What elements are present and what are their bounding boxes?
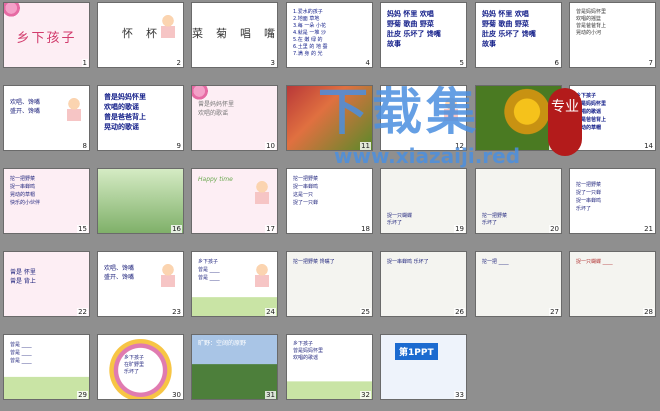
slide-thumbnail[interactable]: Happy time 17: [191, 168, 278, 234]
slide-title: 乡下孩子: [16, 31, 77, 46]
slide-thumbnail[interactable]: 怀 杯 2: [97, 2, 184, 68]
slide-thumbnail[interactable]: 挖一把 ____ 27: [475, 251, 562, 317]
slide-thumbnail[interactable]: 欢唱、馋嘴 盛开、馋嘴 8: [3, 85, 90, 151]
slide-thumbnail[interactable]: 捉一串蝉鸣 乐坏了 26: [380, 251, 467, 317]
slide-number: 25: [360, 308, 371, 316]
slide-number: 14: [643, 142, 654, 150]
slide-thumbnail[interactable]: 菜 菊 唱 嘴 3: [191, 2, 278, 68]
slide-number: 28: [643, 308, 654, 316]
slide-text: 1.爱水的孩子 2.地面 草地 3.每 一朵 小花 4.就是 一堆 沙 5.在 …: [293, 9, 328, 57]
child-illustration: [442, 96, 460, 122]
slide-number: 6: [553, 59, 560, 67]
slide-text: 妈妈 怀里 欢唱 野菊 歌曲 野菜 肚皮 乐坏了 馋嘴 故事: [482, 10, 536, 48]
slide-thumbnail[interactable]: 1.爱水的孩子 2.地面 草地 3.每 一朵 小花 4.就是 一堆 沙 5.在 …: [286, 2, 373, 68]
slide-number: 11: [360, 142, 371, 150]
slide-number: 17: [265, 225, 276, 233]
slide-thumbnail[interactable]: 挖一把野菜 捉一串蝉鸣 这是一只 捉了一只蝉 18: [286, 168, 373, 234]
slide-number: 5: [458, 59, 465, 67]
ppt-logo: 第1PPT: [395, 343, 438, 360]
slide-thumbnail[interactable]: 欢唱、馋嘴 盛开、馋嘴 23: [97, 251, 184, 317]
slide-number: 15: [77, 225, 88, 233]
slide-text: 怀 杯: [122, 27, 159, 40]
slide-number: 31: [265, 391, 276, 399]
slide-thumbnail[interactable]: 挖一把野菜 捉了一只蝉 捉一串蝉鸣 乐坏了 21: [569, 168, 656, 234]
slide-thumbnail[interactable]: 乡下孩子 曾是妈妈怀里 欢唱的歌谣 32: [286, 334, 373, 400]
slide-text: 乡下孩子 曾是妈妈怀里 欢唱的歌谣 曾是爸爸背上 晃动的草帽: [576, 93, 607, 131]
slide-thumbnail[interactable]: 乡下孩子 曾是妈妈怀里 欢唱的歌谣 曾是爸爸背上 晃动的草帽 14: [569, 85, 656, 151]
slide-text: 旷野：空阔的原野: [198, 340, 247, 347]
slide-number: 32: [360, 391, 371, 399]
slide-number: 29: [77, 391, 88, 399]
child-illustration: [253, 262, 271, 288]
slide-text: 曾是 怀里 曾是 背上: [10, 269, 36, 285]
slide-thumbnail[interactable]: 妈妈 怀里 欢唱 野菊 歌曲 野菜 肚皮 乐坏了 馋嘴 故事 5: [380, 2, 467, 68]
slide-text: 捉一只蝴蝶 乐坏了: [387, 213, 413, 226]
slide-thumbnail[interactable]: 旷野：空阔的原野 31: [191, 334, 278, 400]
slide-thumbnail[interactable]: 乡下孩子 1: [3, 2, 90, 68]
slide-number: 2: [175, 59, 182, 67]
watermark-badge: 专业: [548, 88, 582, 156]
slide-text: 挖一把野菜 乐坏了: [482, 213, 508, 226]
slide-number: 23: [171, 308, 182, 316]
slide-thumbnail[interactable]: 曾是 ____ 曾是 ____ 曾是 ____ 29: [3, 334, 90, 400]
slide-number: 7: [647, 59, 654, 67]
slide-thumbnail[interactable]: 12: [380, 85, 467, 151]
slide-number: 20: [549, 225, 560, 233]
slide-thumbnail[interactable]: 曾是妈妈怀里 欢唱的摇篮 曾是爸爸背上 晃动的小河 7: [569, 2, 656, 68]
slide-thumbnail[interactable]: 乡下孩子 曾是 ____ 曾是 ____ 24: [191, 251, 278, 317]
slide-thumbnail[interactable]: 挖一把野菜 捉一串蝉鸣 晃动的草帽 快乐的小伙伴 15: [3, 168, 90, 234]
slide-text: 捉一只蝴蝶 ____: [576, 259, 613, 265]
slide-number: 19: [454, 225, 465, 233]
child-illustration: [65, 96, 83, 122]
slide-number: 8: [81, 142, 88, 150]
slide-number: 30: [171, 391, 182, 399]
slide-number: 22: [77, 308, 88, 316]
slide-thumbnail[interactable]: 11: [286, 85, 373, 151]
slide-thumbnail[interactable]: 妈妈 怀里 欢唱 野菊 歌曲 野菜 肚皮 乐坏了 馋嘴 故事 6: [475, 2, 562, 68]
slide-text: 挖一把野菜 捉了一只蝉 捉一串蝉鸣 乐坏了: [576, 182, 602, 212]
slide-number: 10: [265, 142, 276, 150]
blossom-decoration: [4, 3, 28, 17]
slide-text: 乡下孩子 曾是妈妈怀里 欢唱的歌谣: [293, 341, 324, 361]
child-illustration: [159, 262, 177, 288]
slide-text: 捉一串蝉鸣 乐坏了: [387, 259, 429, 265]
slide-number: 33: [454, 391, 465, 399]
slide-number: 3: [269, 59, 276, 67]
slide-thumbnail[interactable]: 挖一把野菜 馋嘴了 25: [286, 251, 373, 317]
slide-text: 曾是妈妈怀里 欢唱的歌谣 曾是爸爸背上 晃动的歌谣: [104, 93, 146, 131]
slide-number: 12: [454, 142, 465, 150]
slide-text: 挖一把野菜 捉一串蝉鸣 晃动的草帽 快乐的小伙伴: [10, 176, 41, 206]
slide-text: 妈妈 怀里 欢唱 野菊 歌曲 野菜 肚皮 乐坏了 馋嘴 故事: [387, 10, 441, 48]
slide-text: 挖一把 ____: [482, 259, 509, 265]
child-illustration: [253, 179, 271, 205]
slide-thumbnail[interactable]: 16: [97, 168, 184, 234]
slide-sorter-grid: 乡下孩子 1 怀 杯 2 菜 菊 唱 嘴 3 1.爱水的孩子 2.地面 草地 3…: [0, 0, 660, 411]
slide-number: 16: [171, 225, 182, 233]
slide-thumbnail[interactable]: 捉一只蝴蝶 乐坏了 19: [380, 168, 467, 234]
slide-number: 21: [643, 225, 654, 233]
slide-text: 曾是妈妈怀里 欢唱的歌谣: [198, 101, 235, 117]
slide-thumbnail[interactable]: 曾是 怀里 曾是 背上 22: [3, 251, 90, 317]
slide-number: 1: [81, 59, 88, 67]
slide-number: 18: [360, 225, 371, 233]
slide-thumbnail[interactable]: 挖一把野菜 乐坏了 20: [475, 168, 562, 234]
slide-number: 24: [265, 308, 276, 316]
slide-thumbnail[interactable]: 第1PPT 33: [380, 334, 467, 400]
slide-number: 9: [175, 142, 182, 150]
slide-text: 挖一把野菜 馋嘴了: [293, 259, 335, 265]
slide-text: 挖一把野菜 捉一串蝉鸣 这是一只 捉了一只蝉: [293, 176, 319, 206]
slide-number: 27: [549, 308, 560, 316]
slide-text: 菜 菊 唱 嘴: [192, 27, 277, 40]
slide-text: 曾是 ____ 曾是 ____ 曾是 ____: [10, 342, 32, 364]
slide-number: 4: [364, 59, 371, 67]
slide-thumbnail[interactable]: 捉一只蝴蝶 ____ 28: [569, 251, 656, 317]
slide-number: 26: [454, 308, 465, 316]
slide-text: 曾是妈妈怀里 欢唱的摇篮 曾是爸爸背上 晃动的小河: [576, 9, 607, 36]
slide-thumbnail[interactable]: 曾是妈妈怀里 欢唱的歌谣 10: [191, 85, 278, 151]
slide-thumbnail[interactable]: 曾是妈妈怀里 欢唱的歌谣 曾是爸爸背上 晃动的歌谣 9: [97, 85, 184, 151]
blossom-decoration: [192, 86, 216, 100]
slide-thumbnail[interactable]: 乡下孩子 在旷野里 乐坏了 30: [97, 334, 184, 400]
slide-text: 乡下孩子 在旷野里 乐坏了: [124, 355, 145, 375]
